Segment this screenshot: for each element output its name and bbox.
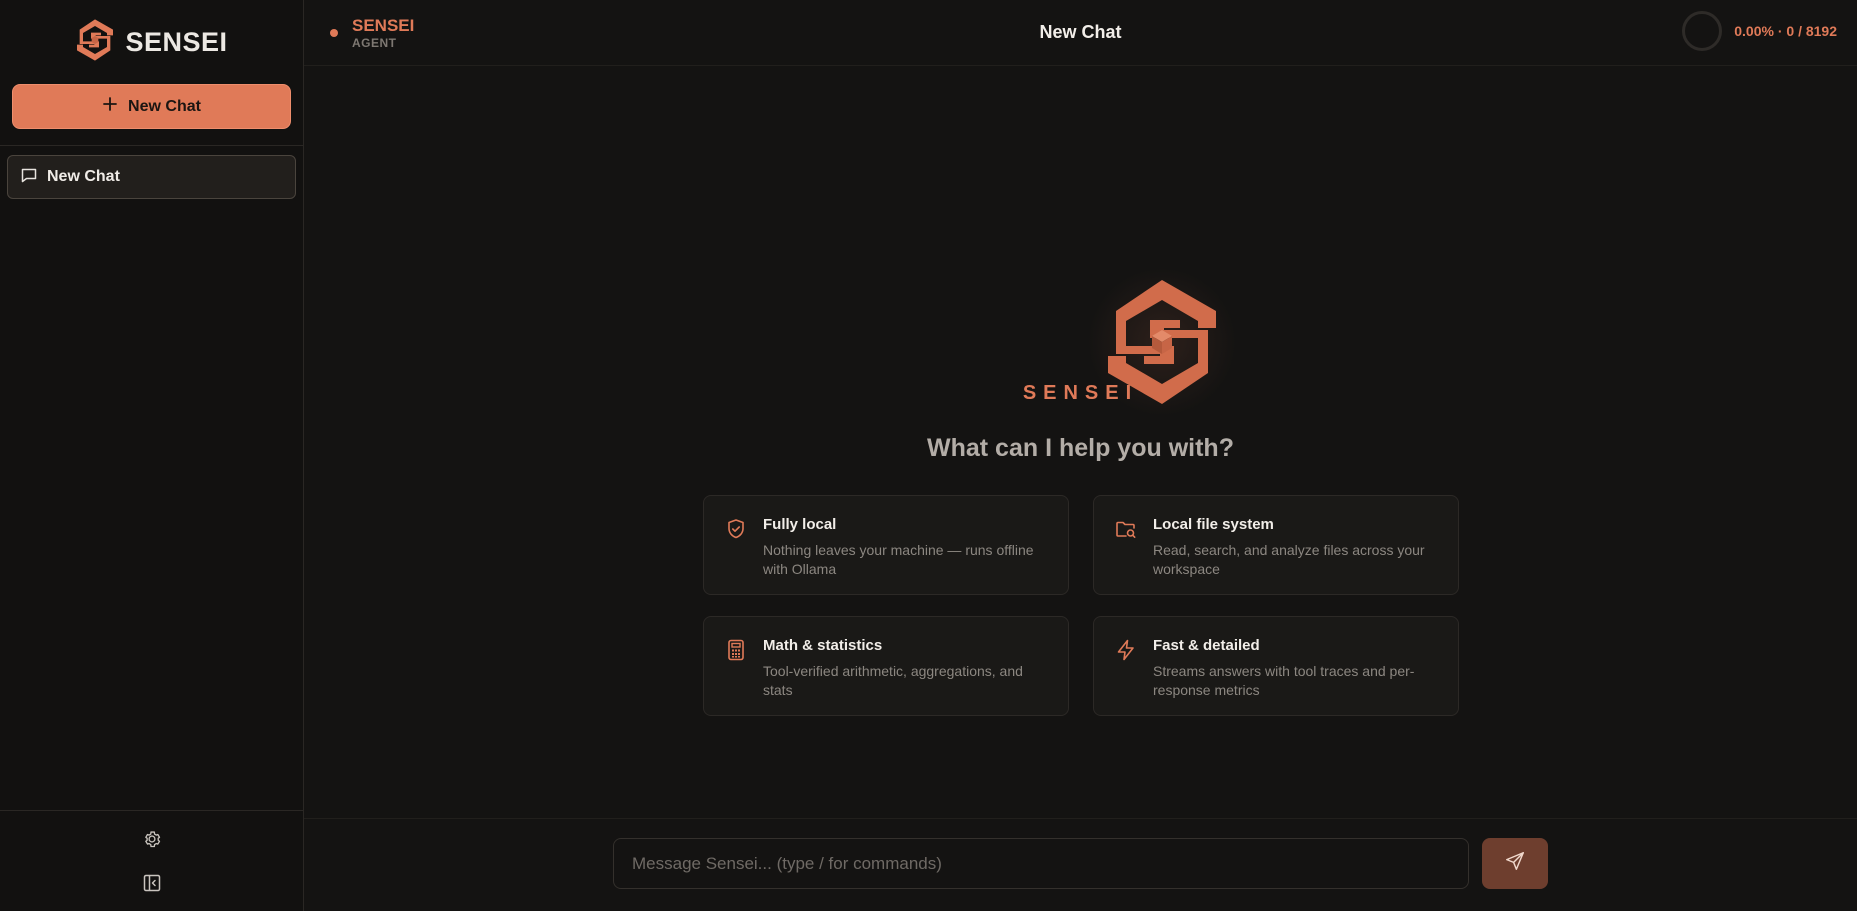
card-title: Local file system xyxy=(1153,516,1274,533)
sidebar-collapse-icon xyxy=(142,873,162,898)
folder-search-icon xyxy=(1114,517,1138,541)
card-description: Streams answers with tool traces and per… xyxy=(1153,663,1415,698)
welcome-screen: SENSEI What can I help you with? Fully l… xyxy=(304,66,1857,818)
feature-card-fully-local[interactable]: Fully local Nothing leaves your machine … xyxy=(703,495,1069,595)
card-text: Fast & detailed Streams answers with too… xyxy=(1153,636,1438,698)
card-text: Fully local Nothing leaves your machine … xyxy=(763,515,1048,577)
lightning-icon xyxy=(1114,638,1138,662)
context-ring-icon xyxy=(1682,11,1723,51)
sidebar: SENSEI New Chat New Chat xyxy=(0,0,304,911)
composer-bar xyxy=(304,818,1857,911)
card-description: Tool-verified arithmetic, aggregations, … xyxy=(763,663,1023,698)
hero-question: What can I help you with? xyxy=(927,434,1234,462)
feature-card-math-statistics[interactable]: Math & statistics Tool-verified arithmet… xyxy=(703,616,1069,716)
agent-name: SENSEI xyxy=(352,15,415,35)
feature-card-local-file-system[interactable]: Local file system Read, search, and anal… xyxy=(1093,495,1459,595)
send-icon xyxy=(1504,850,1526,877)
chat-bubble-icon xyxy=(20,166,38,189)
send-button[interactable] xyxy=(1482,838,1548,889)
main-panel: SENSEI AGENT New Chat 0.00% · 0 / 8192 S… xyxy=(304,0,1857,911)
page-title: New Chat xyxy=(1039,22,1122,42)
token-usage: 0.00% · 0 / 8192 xyxy=(1682,11,1837,51)
feature-cards: Fully local Nothing leaves your machine … xyxy=(703,495,1461,716)
plus-icon xyxy=(102,96,118,117)
card-text: Local file system Read, search, and anal… xyxy=(1153,515,1438,577)
feature-card-fast-detailed[interactable]: Fast & detailed Streams answers with too… xyxy=(1093,616,1459,716)
brand-name: SENSEI xyxy=(125,26,228,57)
settings-button[interactable] xyxy=(139,828,165,854)
topbar: SENSEI AGENT New Chat 0.00% · 0 / 8192 xyxy=(304,0,1857,66)
gear-icon xyxy=(142,829,162,854)
shield-check-icon xyxy=(724,517,748,541)
chat-list-item[interactable]: New Chat xyxy=(7,155,296,199)
collapse-sidebar-button[interactable] xyxy=(139,872,165,898)
app-root: SENSEI New Chat New Chat SENSEI AGENT Ne… xyxy=(0,0,1857,911)
calculator-icon xyxy=(724,638,748,662)
new-chat-label: New Chat xyxy=(128,97,201,115)
hero-brand-name: SENSEI xyxy=(1022,382,1139,404)
card-description: Nothing leaves your machine — runs offli… xyxy=(763,542,1034,577)
new-chat-button[interactable]: New Chat xyxy=(12,84,291,129)
card-description: Read, search, and analyze files across y… xyxy=(1153,542,1425,577)
message-input[interactable] xyxy=(613,838,1469,889)
agent-info: SENSEI AGENT xyxy=(352,17,414,49)
chat-item-label: New Chat xyxy=(47,168,120,185)
sensei-logo-icon xyxy=(75,18,115,67)
status-dot xyxy=(330,28,338,37)
brand: SENSEI xyxy=(0,0,303,84)
card-title: Fully local xyxy=(763,516,837,533)
chat-list: New Chat xyxy=(0,146,303,208)
card-title: Fast & detailed xyxy=(1153,637,1260,654)
token-usage-text: 0.00% · 0 / 8192 xyxy=(1734,23,1837,39)
sidebar-footer xyxy=(0,810,303,911)
agent-role: AGENT xyxy=(352,35,397,50)
card-title: Math & statistics xyxy=(763,637,883,654)
card-text: Math & statistics Tool-verified arithmet… xyxy=(763,636,1048,698)
